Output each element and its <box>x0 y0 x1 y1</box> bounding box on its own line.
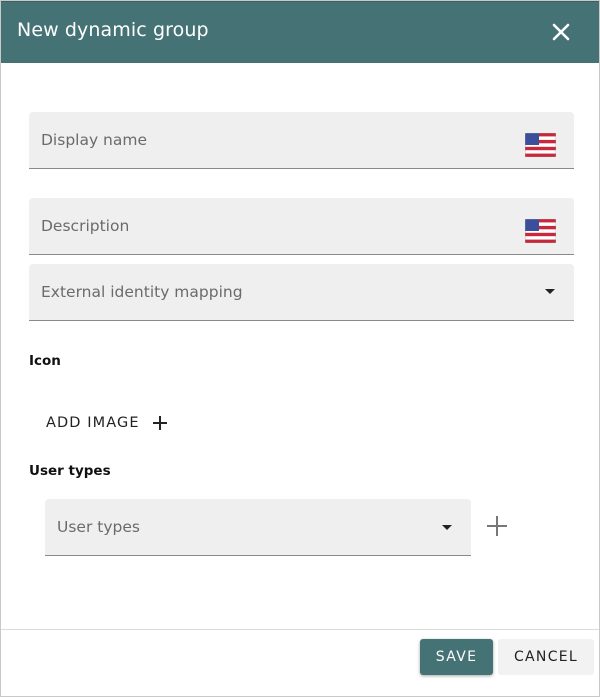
plus-icon <box>487 516 507 536</box>
icon-section-label: Icon <box>29 353 61 369</box>
us-flag-icon[interactable] <box>524 218 557 244</box>
dropdown-arrow-icon[interactable] <box>442 525 452 530</box>
dialog-header: New dynamic group <box>1 1 599 63</box>
new-dynamic-group-dialog: New dynamic group Display name Descripti… <box>0 0 600 697</box>
dropdown-arrow-icon[interactable] <box>545 289 555 294</box>
add-image-label: ADD IMAGE <box>46 415 140 431</box>
dialog-title: New dynamic group <box>17 19 209 41</box>
user-types-section-label: User types <box>29 463 111 479</box>
save-button[interactable]: SAVE <box>420 639 493 675</box>
add-user-type-button[interactable] <box>485 514 509 538</box>
external-identity-mapping-placeholder: External identity mapping <box>41 283 243 301</box>
description-placeholder: Description <box>41 217 130 235</box>
external-identity-mapping-select[interactable]: External identity mapping <box>29 264 574 321</box>
us-flag-icon[interactable] <box>524 132 557 158</box>
plus-icon <box>152 415 168 431</box>
display-name-placeholder: Display name <box>41 131 148 149</box>
footer-divider <box>1 629 599 630</box>
description-field[interactable]: Description <box>29 198 574 255</box>
close-icon[interactable] <box>547 18 575 46</box>
cancel-button[interactable]: CANCEL <box>498 639 594 675</box>
display-name-field[interactable]: Display name <box>29 112 574 169</box>
user-types-select[interactable]: User types <box>45 499 471 556</box>
add-image-button[interactable]: ADD IMAGE <box>36 405 178 441</box>
user-types-placeholder: User types <box>57 518 140 536</box>
